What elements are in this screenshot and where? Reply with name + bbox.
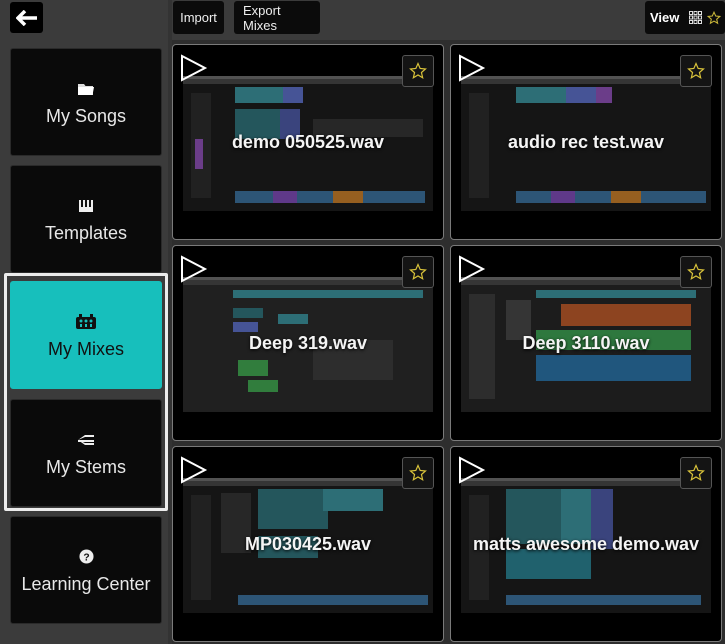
mix-title: Deep 3110.wav xyxy=(522,333,650,353)
star-outline-icon xyxy=(687,464,705,481)
favorite-button[interactable] xyxy=(680,55,712,87)
stems-icon xyxy=(77,429,95,451)
play-icon[interactable] xyxy=(458,456,486,484)
star-outline-icon xyxy=(409,62,427,79)
sidebar-item-label: Learning Center xyxy=(21,573,151,594)
sidebar-item-learning-center[interactable]: ? Learning Center xyxy=(10,516,162,624)
mix-title: demo 050525.wav xyxy=(231,132,385,152)
mix-card[interactable]: demo 050525.wav xyxy=(172,44,444,240)
sidebar-item-my-stems[interactable]: My Stems xyxy=(10,399,162,507)
folder-icon xyxy=(77,78,95,100)
play-icon[interactable] xyxy=(458,255,486,283)
export-mixes-button[interactable]: Export Mixes xyxy=(234,1,320,34)
star-outline-icon xyxy=(409,464,427,481)
view-label: View xyxy=(650,10,680,25)
help-circle-icon: ? xyxy=(78,546,94,568)
sidebar-item-templates[interactable]: Templates xyxy=(10,165,162,273)
sidebar-item-my-mixes[interactable]: My Mixes xyxy=(10,281,162,389)
play-icon[interactable] xyxy=(180,255,208,283)
back-button[interactable] xyxy=(10,2,43,33)
svg-text:?: ? xyxy=(83,552,89,563)
sidebar-item-label: Templates xyxy=(44,222,128,243)
view-button[interactable]: View xyxy=(645,1,725,34)
mix-title: audio rec test.wav xyxy=(507,132,665,152)
favorite-button[interactable] xyxy=(680,256,712,288)
sidebar-item-label: My Stems xyxy=(45,456,126,477)
favorite-button[interactable] xyxy=(402,457,434,489)
star-outline-icon xyxy=(687,263,705,280)
mix-card[interactable]: Deep 319.wav xyxy=(172,245,444,441)
mix-card[interactable]: MP030425.wav xyxy=(172,446,444,642)
sidebar-item-my-songs[interactable]: My Songs xyxy=(10,48,162,156)
mix-title: Deep 319.wav xyxy=(248,333,368,353)
mix-title: MP030425.wav xyxy=(244,534,372,554)
mix-card[interactable]: Deep 3110.wav xyxy=(450,245,722,441)
app-window: My Songs Templates My Mixes My Stems ? L… xyxy=(0,0,725,644)
star-outline-icon xyxy=(409,263,427,280)
arrow-left-icon xyxy=(15,9,37,26)
favorite-button[interactable] xyxy=(402,256,434,288)
sidebar-item-label: My Songs xyxy=(45,105,127,126)
mix-card[interactable]: audio rec test.wav xyxy=(450,44,722,240)
star-outline-icon xyxy=(687,62,705,79)
play-icon[interactable] xyxy=(180,54,208,82)
favorite-button[interactable] xyxy=(402,55,434,87)
import-button[interactable]: Import xyxy=(173,1,224,34)
mix-card[interactable]: matts awesome demo.wav xyxy=(450,446,722,642)
play-icon[interactable] xyxy=(458,54,486,82)
grid-icon[interactable] xyxy=(689,11,703,24)
favorite-button[interactable] xyxy=(680,457,712,489)
mixer-icon xyxy=(75,311,97,333)
star-outline-icon[interactable] xyxy=(707,10,722,25)
mix-title: matts awesome demo.wav xyxy=(472,534,700,554)
keyboard-icon xyxy=(78,195,94,217)
play-icon[interactable] xyxy=(180,456,208,484)
sidebar-item-label: My Mixes xyxy=(48,338,124,359)
